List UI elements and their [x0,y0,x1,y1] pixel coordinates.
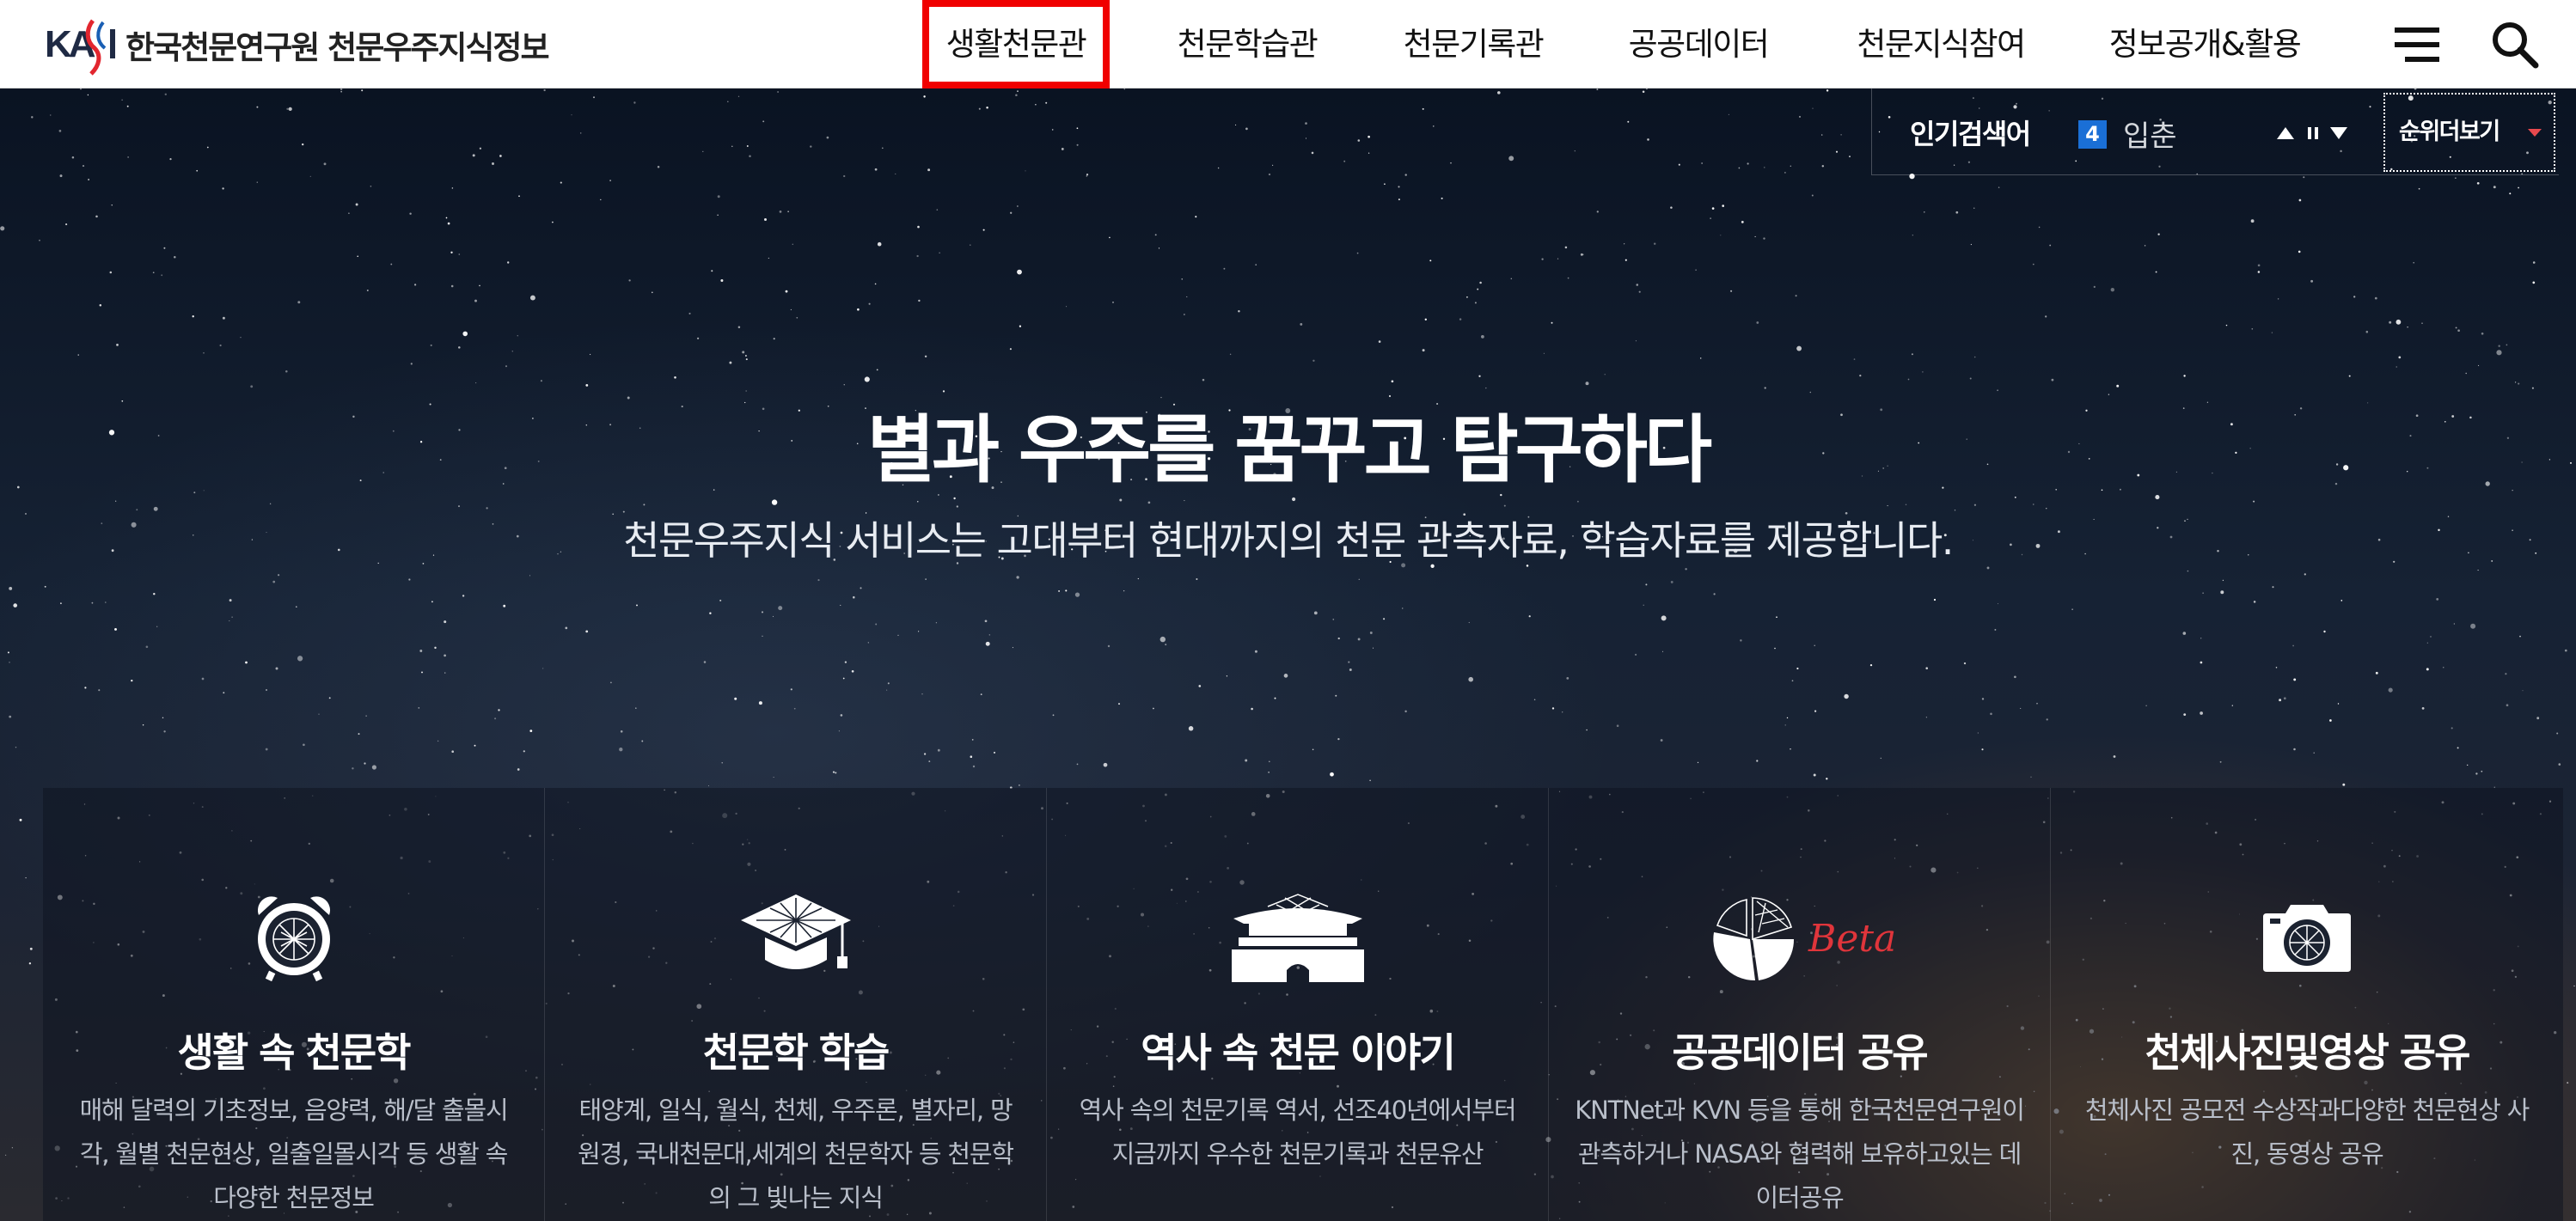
service-cards: 생활 속 천문학 매해 달력의 기초정보, 음양력, 해/달 출몰시각, 월별 … [43,788,2563,1221]
popular-search-term[interactable]: 입춘 [2123,113,2177,155]
popular-search-rank-badge: 4 [2078,120,2107,149]
dropdown-arrow-icon [2528,129,2542,137]
rank-more-button[interactable]: 순위더보기 [2383,93,2555,172]
card-daily-astronomy[interactable]: 생활 속 천문학 매해 달력의 기초정보, 음양력, 해/달 출몰시각, 월별 … [43,788,545,1221]
card-astronomy-learning[interactable]: 천문학 학습 태양계, 일식, 월식, 천체, 우주론, 별자리, 망원경, 국… [545,788,1047,1221]
nav-item-astronomy-records[interactable]: 천문기록관 [1387,0,1559,89]
card-description: 역사 속의 천문기록 역서, 선조40년에서부터 지금까지 우수한 천문기록과 … [1079,1096,1517,1169]
popular-search-label: 인기검색어 [1910,118,2031,150]
popular-search-bar: 인기검색어 4 입춘 순위더보기 [1871,89,2559,175]
site-logo[interactable]: KA 한국천문연구원 천문우주지식정보 [43,10,549,79]
nav-item-astronomy-learning[interactable]: 천문학습관 [1161,0,1333,89]
rank-more-label: 순위더보기 [2399,119,2500,145]
site-header: KA 한국천문연구원 천문우주지식정보 생활천문관 천문학습관 천문기록관 공공… [0,0,2576,89]
pause-icon[interactable] [2299,119,2327,147]
kasi-logo-icon: KA [45,19,115,76]
alarm-clock-icon [43,889,544,984]
hamburger-menu-icon[interactable] [2389,17,2444,72]
previous-arrow-icon[interactable] [2272,119,2299,147]
card-title: 천문학 학습 [702,1029,890,1076]
next-arrow-icon[interactable] [2325,119,2353,147]
card-title: 생활 속 천문학 [177,1029,412,1076]
card-title: 공공데이터 공유 [1672,1029,1928,1076]
nav-item-info-disclosure[interactable]: 정보공개&활용 [2097,0,2312,89]
card-public-data[interactable]: Beta 공공데이터 공유 KNTNet과 KVN 등을 통해 한국천문연구원이… [1549,788,2051,1221]
card-description: 태양계, 일식, 월식, 천체, 우주론, 별자리, 망원경, 국내천문대,세계… [578,1096,1014,1212]
card-description: 매해 달력의 기초정보, 음양력, 해/달 출몰시각, 월별 천문현상, 일출일… [79,1096,509,1212]
nav-item-public-data[interactable]: 공공데이터 [1612,0,1784,89]
camera-icon [2051,889,2563,984]
card-astrophoto-sharing[interactable]: 천체사진및영상 공유 천체사진 공모전 수상작과다양한 천문현상 사진, 동영상… [2051,788,2563,1221]
pie-chart-icon: Beta [1549,889,2050,984]
nav-item-daily-astronomy[interactable]: 생활천문관 [922,0,1110,89]
beta-badge: Beta [1808,917,1894,961]
card-description: 천체사진 공모전 수상작과다양한 천문현상 사진, 동영상 공유 [2084,1096,2530,1169]
card-title: 천체사진및영상 공유 [2145,1029,2471,1076]
logo-text: 한국천문연구원 천문우주지식정보 [125,29,549,66]
hero-subtitle: 천문우주지식 서비스는 고대부터 현대까지의 천문 관측자료, 학습자료를 제공… [623,517,1954,564]
graduation-cap-icon [545,889,1046,984]
palace-gate-icon [1047,889,1548,984]
card-description: KNTNet과 KVN 등을 통해 한국천문연구원이 관측하거나 NASA와 협… [1575,1096,2025,1212]
search-icon[interactable] [2487,17,2542,72]
hero-title: 별과 우주를 꿈꾸고 탐구하다 [866,407,1712,493]
card-title: 역사 속 천문 이야기 [1141,1029,1456,1076]
card-astronomy-history[interactable]: 역사 속 천문 이야기 역사 속의 천문기록 역서, 선조40년에서부터 지금까… [1047,788,1549,1221]
nav-item-knowledge-participation[interactable]: 천문지식참여 [1839,0,2042,89]
